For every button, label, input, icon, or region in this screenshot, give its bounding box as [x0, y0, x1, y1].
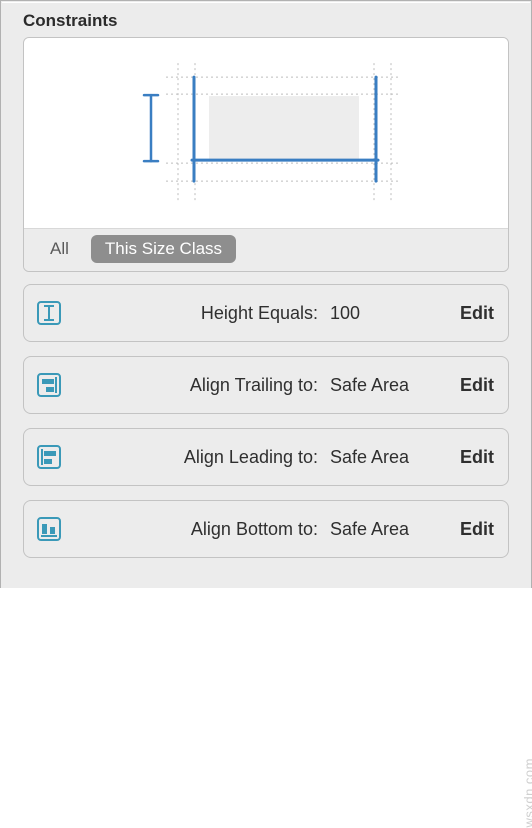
watermark: wsxdn.com — [522, 758, 532, 828]
constraints-diagram[interactable] — [24, 38, 508, 228]
constraint-value: 100 — [324, 303, 444, 324]
constraint-label: Align Trailing to: — [64, 375, 324, 396]
constraint-label: Height Equals: — [64, 303, 324, 324]
section-title: Constraints — [1, 1, 531, 37]
edit-button[interactable]: Edit — [444, 447, 494, 468]
constraint-label: Align Bottom to: — [64, 519, 324, 540]
constraint-value: Safe Area — [324, 519, 444, 540]
constraint-row[interactable]: Align Leading to: Safe Area Edit — [23, 428, 509, 486]
constraints-panel: Constraints — [0, 0, 532, 588]
constraints-filter-bar: All This Size Class — [24, 228, 508, 271]
constraints-preview-wrap: All This Size Class — [23, 37, 509, 272]
align-bottom-icon — [34, 514, 64, 544]
tab-all[interactable]: All — [42, 235, 77, 263]
height-icon — [34, 298, 64, 328]
constraint-row[interactable]: Align Trailing to: Safe Area Edit — [23, 356, 509, 414]
constraint-label: Align Leading to: — [64, 447, 324, 468]
constraint-list: Height Equals: 100 Edit Align Trailing t… — [1, 272, 531, 558]
align-leading-icon — [34, 442, 64, 472]
constraint-row[interactable]: Height Equals: 100 Edit — [23, 284, 509, 342]
constraint-value: Safe Area — [324, 447, 444, 468]
tab-this-size-class[interactable]: This Size Class — [91, 235, 236, 263]
edit-button[interactable]: Edit — [444, 519, 494, 540]
constraint-row[interactable]: Align Bottom to: Safe Area Edit — [23, 500, 509, 558]
edit-button[interactable]: Edit — [444, 303, 494, 324]
align-trailing-icon — [34, 370, 64, 400]
edit-button[interactable]: Edit — [444, 375, 494, 396]
constraint-value: Safe Area — [324, 375, 444, 396]
